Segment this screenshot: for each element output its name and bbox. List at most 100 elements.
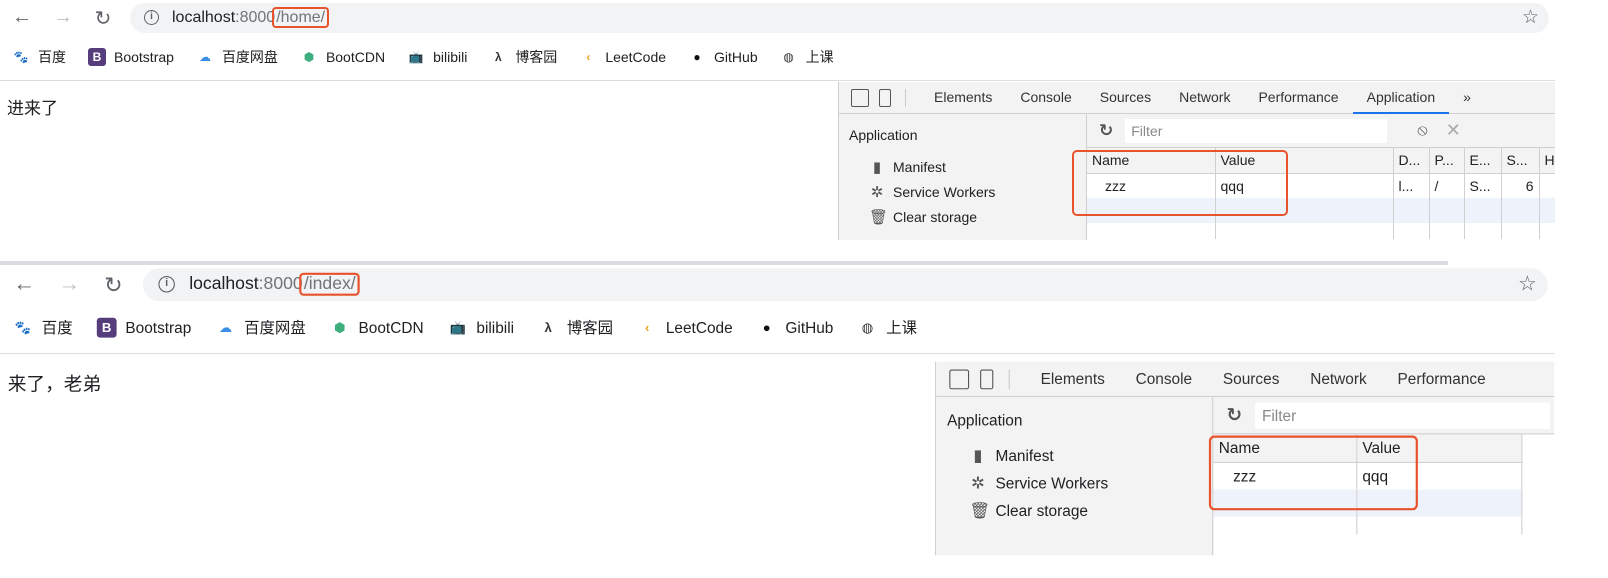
bookmark-item[interactable]: ‹ LeetCode [637,318,733,338]
bootcdn-icon: ⬢ [334,320,346,336]
bookmark-item[interactable]: ◍ 上课 [780,47,834,67]
back-arrow-icon[interactable]: ← [10,6,34,29]
globe-icon: ◍ [783,50,794,64]
sidebar-item-label: Manifest [893,159,946,175]
tab-elements[interactable]: Elements [1025,361,1120,396]
gear-icon: ✲ [970,474,985,493]
file-icon: ▮ [872,159,882,176]
device-toolbar-icon[interactable] [980,368,994,389]
baidu-netdisk-icon: ☁ [218,320,233,336]
refresh-icon[interactable]: ↻ [1227,404,1243,426]
refresh-icon[interactable]: ↻ [1099,121,1113,141]
baidu-paw-icon: 🐾 [14,320,32,336]
bookmark-item[interactable]: λ 博客园 [538,317,613,339]
device-toolbar-icon[interactable] [879,88,891,107]
bookmark-item[interactable]: B Bootstrap [88,48,174,66]
tab-elements[interactable]: Elements [920,82,1006,114]
column-header[interactable]: E... [1464,148,1502,174]
sidebar-item[interactable]: 🗑 Clear storage [869,208,977,226]
leetcode-icon: ‹ [644,320,650,336]
bookmark-star-icon[interactable]: ☆ [1518,272,1537,297]
browser-toolbar: ← → ↻ i localhost:8000/index/ ☆ [0,265,1554,307]
filter-toolbar: ↻ Filter ⦸ ✕ [1087,114,1555,148]
bookmark-star-icon[interactable]: ☆ [1522,6,1539,29]
bookmark-item[interactable]: 📺 bilibili [407,48,468,66]
more-tabs-button[interactable]: » [1449,82,1485,114]
globe-icon: ◍ [861,320,874,336]
bookmark-label: 百度网盘 [244,318,306,337]
address-bar[interactable]: i localhost:8000/index/ ☆ [143,268,1548,302]
bookmark-item[interactable]: 🐾 百度 [12,47,66,67]
bookmark-label: 上课 [805,49,834,65]
sidebar-item-label: Clear storage [893,209,978,225]
sidebar-item[interactable]: 🗑 Clear storage [969,500,1088,521]
sidebar-item-label: Service Workers [893,184,996,200]
bookmark-item[interactable]: ☁ 百度网盘 [196,47,278,67]
tab-sources[interactable]: Sources [1208,361,1295,396]
bookmark-item[interactable]: ● GitHub [688,48,757,66]
filter-input[interactable]: Filter [1255,401,1550,429]
column-header[interactable]: S... [1501,148,1540,174]
bookmark-label: LeetCode [605,49,667,65]
highlight-box [1072,150,1288,216]
back-arrow-icon[interactable]: ← [11,272,37,297]
forward-arrow-icon[interactable]: → [56,272,82,297]
page-content-text: 进来了 [7,99,58,118]
bookmark-item[interactable]: λ 博客园 [489,47,557,67]
highlight-box [1208,435,1418,511]
github-octocat-icon: ● [762,320,771,336]
reload-icon[interactable]: ↻ [100,272,126,300]
table-cell [1539,173,1555,198]
bilibili-tv-icon: 📺 [408,50,424,64]
tab-performance[interactable]: Performance [1382,361,1501,396]
bookmark-label: 百度 [38,49,66,65]
browser-window: ← → ↻ i localhost:8000/home/ ☆ 🐾 百度 B Boots… [0,0,1555,240]
bookmark-label: 博客园 [515,49,558,65]
tab-performance[interactable]: Performance [1244,82,1352,114]
tab-application[interactable]: Application [1352,82,1450,114]
browser-toolbar: ← → ↻ i localhost:8000/home/ ☆ [0,0,1555,38]
baidu-paw-icon: 🐾 [13,50,29,64]
bookmark-item[interactable]: ‹ LeetCode [579,48,666,66]
tab-network[interactable]: Network [1295,361,1382,396]
bootstrap-b-icon: B [88,48,106,66]
tab-sources[interactable]: Sources [1086,82,1165,114]
reload-icon[interactable]: ↻ [91,6,115,31]
bilibili-tv-icon: 📺 [449,320,466,336]
inspect-element-icon[interactable] [949,368,970,389]
bookmark-item[interactable]: 📺 bilibili [448,318,514,338]
column-header[interactable]: D... [1393,148,1430,174]
tab-network[interactable]: Network [1165,82,1244,114]
bookmark-item[interactable]: ☁ 百度网盘 [216,317,306,339]
sidebar-item[interactable]: ✲ Service Workers [869,183,996,201]
sidebar-header: Application [849,127,918,143]
address-bar[interactable]: i localhost:8000/home/ ☆ [130,3,1549,33]
bookmark-item[interactable]: ● GitHub [757,318,834,338]
trash-icon: 🗑 [969,501,991,521]
info-icon[interactable]: i [158,276,175,293]
clear-all-icon[interactable]: ⦸ [1417,122,1427,140]
bookmark-item[interactable]: ◍ 上课 [858,317,917,339]
file-icon: ▮ [973,446,983,466]
gear-icon: ✲ [870,184,884,201]
bookmark-label: BootCDN [358,318,424,337]
bookmark-item[interactable]: ⬢ BootCDN [300,48,385,66]
filter-toolbar: ↻ Filter [1213,397,1555,435]
bookmarks-bar: 🐾 百度 B Bootstrap ☁ 百度网盘 ⬢ BootCDN 📺 bilibili λ 博客园 ‹… [12,44,834,70]
sidebar-item[interactable]: ▮ Manifest [869,158,946,176]
info-icon[interactable]: i [144,10,159,25]
column-header[interactable]: P... [1429,148,1465,174]
tab-console[interactable]: Console [1006,82,1085,114]
bookmark-item[interactable]: ⬢ BootCDN [330,318,424,338]
filter-input[interactable]: Filter [1125,118,1388,143]
bookmark-item[interactable]: B Bootstrap [96,317,191,338]
sidebar-item[interactable]: ✲ Service Workers [969,473,1108,493]
devtools-tab-bar: Elements Console Sources Network Performance… [839,82,1555,114]
tab-console[interactable]: Console [1120,361,1207,396]
bookmark-item[interactable]: 🐾 百度 [13,317,73,339]
column-header[interactable]: H [1539,148,1555,174]
sidebar-item[interactable]: ▮ Manifest [969,445,1053,466]
forward-arrow-icon[interactable]: → [51,6,75,29]
delete-selected-icon[interactable]: ✕ [1446,120,1461,141]
inspect-element-icon[interactable] [851,88,869,107]
